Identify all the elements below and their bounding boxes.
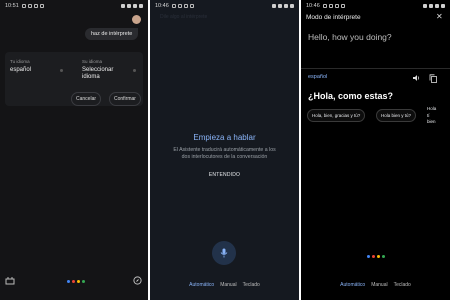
status-time: 10:51 xyxy=(5,2,19,9)
tab-automatic[interactable]: Automático xyxy=(189,282,214,288)
compass-icon[interactable] xyxy=(133,276,142,285)
translated-utterance: ¿Hola, como estas? xyxy=(308,91,394,101)
tab-automatic[interactable]: Automático xyxy=(340,282,365,288)
interpreter-intro-panel: 10:46 Dile algo al intérprete Empieza a … xyxy=(150,0,299,300)
notification-icon xyxy=(340,3,345,8)
notification-icon xyxy=(189,3,194,8)
updates-icon[interactable] xyxy=(5,276,15,285)
instruction-text: El Asistente traducirá automáticamente a… xyxy=(173,147,276,161)
battery-icon xyxy=(290,3,294,8)
suggestion-partial-line1: Hola xyxy=(427,106,437,111)
tab-keyboard[interactable]: Teclado xyxy=(243,282,260,288)
eye-icon xyxy=(121,3,125,8)
assistant-dots-icon[interactable] xyxy=(367,255,385,258)
mic-button[interactable] xyxy=(212,241,236,265)
input-mode-tabs: Automático Manual Teclado xyxy=(301,282,450,288)
suggestion-chip-partial[interactable]: Hola tí bien xyxy=(427,106,436,126)
user-query-bubble: haz de intérprete xyxy=(85,28,139,40)
cancel-button[interactable]: Cancelar xyxy=(71,92,102,106)
notification-icon xyxy=(27,3,32,8)
suggestion-chip[interactable]: Hola, bien, gracias y tú? xyxy=(307,109,366,122)
interpreter-mode-panel: 10:46 Modo de intérprete ✕ Hello, how yo… xyxy=(301,0,450,300)
speaker-icon[interactable] xyxy=(412,74,420,82)
signal-icon xyxy=(435,3,439,8)
notification-icon xyxy=(334,3,339,8)
battery-icon xyxy=(441,3,445,8)
tab-manual[interactable]: Manual xyxy=(220,282,236,288)
target-language-label: español xyxy=(308,74,328,80)
interpreter-header-title: Modo de intérprete xyxy=(306,14,361,21)
notification-icon xyxy=(328,3,333,8)
divider xyxy=(301,68,450,69)
eye-icon xyxy=(272,3,276,8)
wifi-icon xyxy=(278,3,282,8)
wifi-icon xyxy=(127,3,131,8)
status-time: 10:46 xyxy=(155,2,169,9)
dropdown-icon[interactable] xyxy=(60,69,63,72)
status-bar: 10:51 xyxy=(0,0,148,11)
source-utterance: Hello, how you doing? xyxy=(308,32,392,42)
copy-icon[interactable] xyxy=(429,74,437,83)
avatar xyxy=(132,15,141,24)
your-language-label: Tu idioma xyxy=(10,59,30,64)
suggestion-partial-line3: bien xyxy=(427,119,436,125)
language-select-card: Tu idioma español Su idioma Seleccionar … xyxy=(5,52,143,106)
mic-icon xyxy=(220,248,228,258)
assistant-panel-request: 10:51 haz de intérprete Tu idioma españo… xyxy=(0,0,148,300)
signal-icon xyxy=(284,3,288,8)
notification-icon xyxy=(21,3,26,8)
got-it-button[interactable]: ENTENDIDO xyxy=(150,172,299,178)
notification-icon xyxy=(322,3,327,8)
faded-background-text: Dile algo al intérprete xyxy=(160,14,208,20)
tab-keyboard[interactable]: Teclado xyxy=(394,282,411,288)
notification-icon xyxy=(177,3,182,8)
assistant-dots-icon[interactable] xyxy=(67,280,85,283)
their-language-label: Su idioma xyxy=(82,59,103,64)
suggestion-chip[interactable]: Hola bien y tú? xyxy=(376,109,417,122)
status-bar: 10:46 xyxy=(150,0,299,11)
status-bar: 10:46 xyxy=(301,0,450,11)
input-mode-tabs: Automático Manual Teclado xyxy=(150,282,299,288)
eye-icon xyxy=(423,3,427,8)
notification-icon xyxy=(33,3,38,8)
tab-manual[interactable]: Manual xyxy=(371,282,387,288)
wifi-icon xyxy=(429,3,433,8)
dropdown-icon[interactable] xyxy=(133,69,136,72)
their-language-value-line2[interactable]: idioma xyxy=(82,74,100,80)
confirm-button[interactable]: Confirmar xyxy=(109,92,141,106)
signal-icon xyxy=(133,3,137,8)
notification-icon xyxy=(39,3,44,8)
status-time: 10:46 xyxy=(306,2,320,9)
close-icon[interactable]: ✕ xyxy=(436,12,443,21)
start-speaking-title: Empieza a hablar xyxy=(193,133,256,142)
notification-icon xyxy=(183,3,188,8)
their-language-value[interactable]: Seleccionar xyxy=(82,67,113,73)
your-language-value[interactable]: español xyxy=(10,67,31,73)
notification-icon xyxy=(171,3,176,8)
battery-icon xyxy=(139,3,143,8)
